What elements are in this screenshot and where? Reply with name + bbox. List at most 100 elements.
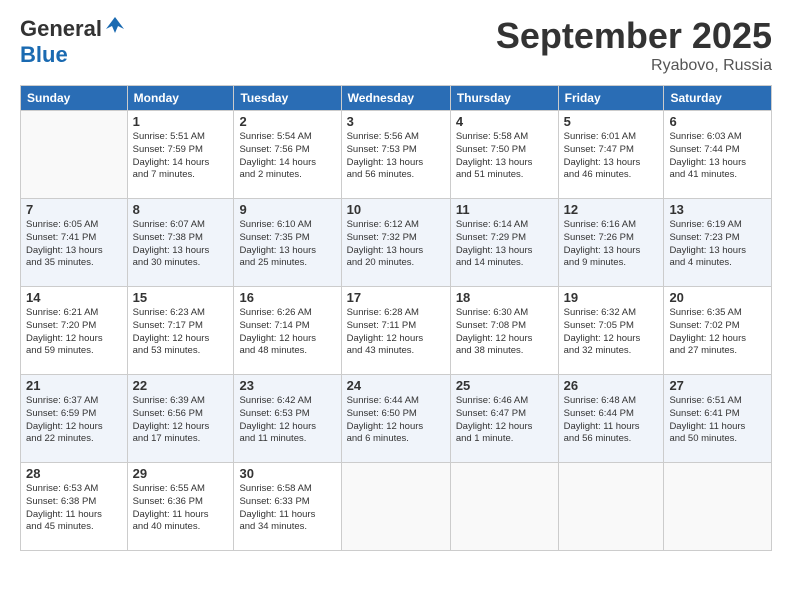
col-thursday: Thursday: [450, 86, 558, 111]
day-number: 13: [669, 202, 766, 217]
day-info: Sunrise: 6:16 AM Sunset: 7:26 PM Dayligh…: [564, 219, 659, 270]
day-info: Sunrise: 5:54 AM Sunset: 7:56 PM Dayligh…: [239, 131, 335, 182]
day-number: 6: [669, 114, 766, 129]
day-info: Sunrise: 6:26 AM Sunset: 7:14 PM Dayligh…: [239, 307, 335, 358]
table-row: 1 Sunrise: 5:51 AM Sunset: 7:59 PM Daylig…: [127, 111, 234, 199]
day-number: 19: [564, 290, 659, 305]
table-row: 20 Sunrise: 6:35 AM Sunset: 7:02 PM Dayli…: [664, 287, 772, 375]
day-info: Sunrise: 6:30 AM Sunset: 7:08 PM Dayligh…: [456, 307, 553, 358]
table-row: 3 Sunrise: 5:56 AM Sunset: 7:53 PM Daylig…: [341, 111, 450, 199]
logo: General Blue: [20, 15, 126, 68]
day-number: 8: [133, 202, 229, 217]
day-info: Sunrise: 6:44 AM Sunset: 6:50 PM Dayligh…: [347, 395, 445, 446]
location: Ryabovo, Russia: [496, 57, 772, 75]
table-row: 28 Sunrise: 6:53 AM Sunset: 6:38 PM Dayli…: [21, 463, 128, 551]
day-number: 17: [347, 290, 445, 305]
calendar-week-row: 1 Sunrise: 5:51 AM Sunset: 7:59 PM Daylig…: [21, 111, 772, 199]
table-row: 15 Sunrise: 6:23 AM Sunset: 7:17 PM Dayli…: [127, 287, 234, 375]
col-wednesday: Wednesday: [341, 86, 450, 111]
table-row: 8Sunrise: 6:07 AM Sunset: 7:38 PM Daylig…: [127, 199, 234, 287]
calendar-week-row: 21Sunrise: 6:37 AM Sunset: 6:59 PM Dayli…: [21, 375, 772, 463]
day-info: Sunrise: 6:53 AM Sunset: 6:38 PM Dayligh…: [26, 483, 122, 534]
table-row: 30Sunrise: 6:58 AM Sunset: 6:33 PM Dayli…: [234, 463, 341, 551]
day-number: 1: [133, 114, 229, 129]
day-number: 28: [26, 466, 122, 481]
table-row: [664, 463, 772, 551]
table-row: 13 Sunrise: 6:19 AM Sunset: 7:23 PM Dayli…: [664, 199, 772, 287]
day-number: 16: [239, 290, 335, 305]
table-row: 10Sunrise: 6:12 AM Sunset: 7:32 PM Dayli…: [341, 199, 450, 287]
logo-text: General: [20, 15, 126, 42]
table-row: 14Sunrise: 6:21 AM Sunset: 7:20 PM Dayli…: [21, 287, 128, 375]
table-row: [21, 111, 128, 199]
logo-bird-icon: [104, 15, 126, 37]
day-info: Sunrise: 6:42 AM Sunset: 6:53 PM Dayligh…: [239, 395, 335, 446]
table-row: 17Sunrise: 6:28 AM Sunset: 7:11 PM Dayli…: [341, 287, 450, 375]
table-row: 2 Sunrise: 5:54 AM Sunset: 7:56 PM Daylig…: [234, 111, 341, 199]
table-row: 25Sunrise: 6:46 AM Sunset: 6:47 PM Dayli…: [450, 375, 558, 463]
logo-general: General: [20, 16, 102, 42]
logo-blue: Blue: [20, 42, 68, 67]
day-info: Sunrise: 6:35 AM Sunset: 7:02 PM Dayligh…: [669, 307, 766, 358]
day-info: Sunrise: 6:48 AM Sunset: 6:44 PM Dayligh…: [564, 395, 659, 446]
col-friday: Friday: [558, 86, 664, 111]
day-number: 20: [669, 290, 766, 305]
calendar-table: Sunday Monday Tuesday Wednesday Thursday…: [20, 85, 772, 551]
calendar-week-row: 14Sunrise: 6:21 AM Sunset: 7:20 PM Dayli…: [21, 287, 772, 375]
day-number: 4: [456, 114, 553, 129]
day-number: 10: [347, 202, 445, 217]
page-header: General Blue September 2025 Ryabovo, Rus…: [20, 15, 772, 75]
day-number: 9: [239, 202, 335, 217]
title-block: September 2025 Ryabovo, Russia: [496, 15, 772, 75]
day-number: 2: [239, 114, 335, 129]
col-monday: Monday: [127, 86, 234, 111]
day-number: 3: [347, 114, 445, 129]
table-row: 12 Sunrise: 6:16 AM Sunset: 7:26 PM Dayli…: [558, 199, 664, 287]
day-number: 29: [133, 466, 229, 481]
day-number: 26: [564, 378, 659, 393]
table-row: 11 Sunrise: 6:14 AM Sunset: 7:29 PM Dayli…: [450, 199, 558, 287]
calendar-week-row: 28 Sunrise: 6:53 AM Sunset: 6:38 PM Dayli…: [21, 463, 772, 551]
col-tuesday: Tuesday: [234, 86, 341, 111]
day-info: Sunrise: 5:51 AM Sunset: 7:59 PM Dayligh…: [133, 131, 229, 182]
day-info: Sunrise: 6:05 AM Sunset: 7:41 PM Dayligh…: [26, 219, 122, 270]
day-info: Sunrise: 6:23 AM Sunset: 7:17 PM Dayligh…: [133, 307, 229, 358]
day-number: 11: [456, 202, 553, 217]
day-number: 5: [564, 114, 659, 129]
day-info: Sunrise: 6:01 AM Sunset: 7:47 PM Dayligh…: [564, 131, 659, 182]
calendar-header-row: Sunday Monday Tuesday Wednesday Thursday…: [21, 86, 772, 111]
month-title: September 2025: [496, 15, 772, 57]
table-row: 27Sunrise: 6:51 AM Sunset: 6:41 PM Dayli…: [664, 375, 772, 463]
table-row: 6 Sunrise: 6:03 AM Sunset: 7:44 PM Daylig…: [664, 111, 772, 199]
table-row: 16 Sunrise: 6:26 AM Sunset: 7:14 PM Dayli…: [234, 287, 341, 375]
day-info: Sunrise: 6:55 AM Sunset: 6:36 PM Dayligh…: [133, 483, 229, 534]
day-number: 18: [456, 290, 553, 305]
day-info: Sunrise: 5:58 AM Sunset: 7:50 PM Dayligh…: [456, 131, 553, 182]
day-number: 23: [239, 378, 335, 393]
table-row: 23 Sunrise: 6:42 AM Sunset: 6:53 PM Dayli…: [234, 375, 341, 463]
day-info: Sunrise: 6:03 AM Sunset: 7:44 PM Dayligh…: [669, 131, 766, 182]
day-info: Sunrise: 6:14 AM Sunset: 7:29 PM Dayligh…: [456, 219, 553, 270]
day-info: Sunrise: 6:58 AM Sunset: 6:33 PM Dayligh…: [239, 483, 335, 534]
day-info: Sunrise: 5:56 AM Sunset: 7:53 PM Dayligh…: [347, 131, 445, 182]
table-row: [558, 463, 664, 551]
day-info: Sunrise: 6:46 AM Sunset: 6:47 PM Dayligh…: [456, 395, 553, 446]
table-row: 26 Sunrise: 6:48 AM Sunset: 6:44 PM Dayli…: [558, 375, 664, 463]
day-info: Sunrise: 6:10 AM Sunset: 7:35 PM Dayligh…: [239, 219, 335, 270]
logo-blue-line: Blue: [20, 42, 68, 68]
table-row: 7Sunrise: 6:05 AM Sunset: 7:41 PM Daylig…: [21, 199, 128, 287]
day-number: 22: [133, 378, 229, 393]
table-row: 24 Sunrise: 6:44 AM Sunset: 6:50 PM Dayli…: [341, 375, 450, 463]
table-row: 18 Sunrise: 6:30 AM Sunset: 7:08 PM Dayli…: [450, 287, 558, 375]
day-info: Sunrise: 6:19 AM Sunset: 7:23 PM Dayligh…: [669, 219, 766, 270]
day-info: Sunrise: 6:21 AM Sunset: 7:20 PM Dayligh…: [26, 307, 122, 358]
page-container: General Blue September 2025 Ryabovo, Rus…: [0, 0, 792, 566]
day-info: Sunrise: 6:39 AM Sunset: 6:56 PM Dayligh…: [133, 395, 229, 446]
day-number: 15: [133, 290, 229, 305]
day-number: 12: [564, 202, 659, 217]
day-number: 24: [347, 378, 445, 393]
table-row: 29 Sunrise: 6:55 AM Sunset: 6:36 PM Dayli…: [127, 463, 234, 551]
day-number: 21: [26, 378, 122, 393]
table-row: [450, 463, 558, 551]
table-row: 5 Sunrise: 6:01 AM Sunset: 7:47 PM Daylig…: [558, 111, 664, 199]
